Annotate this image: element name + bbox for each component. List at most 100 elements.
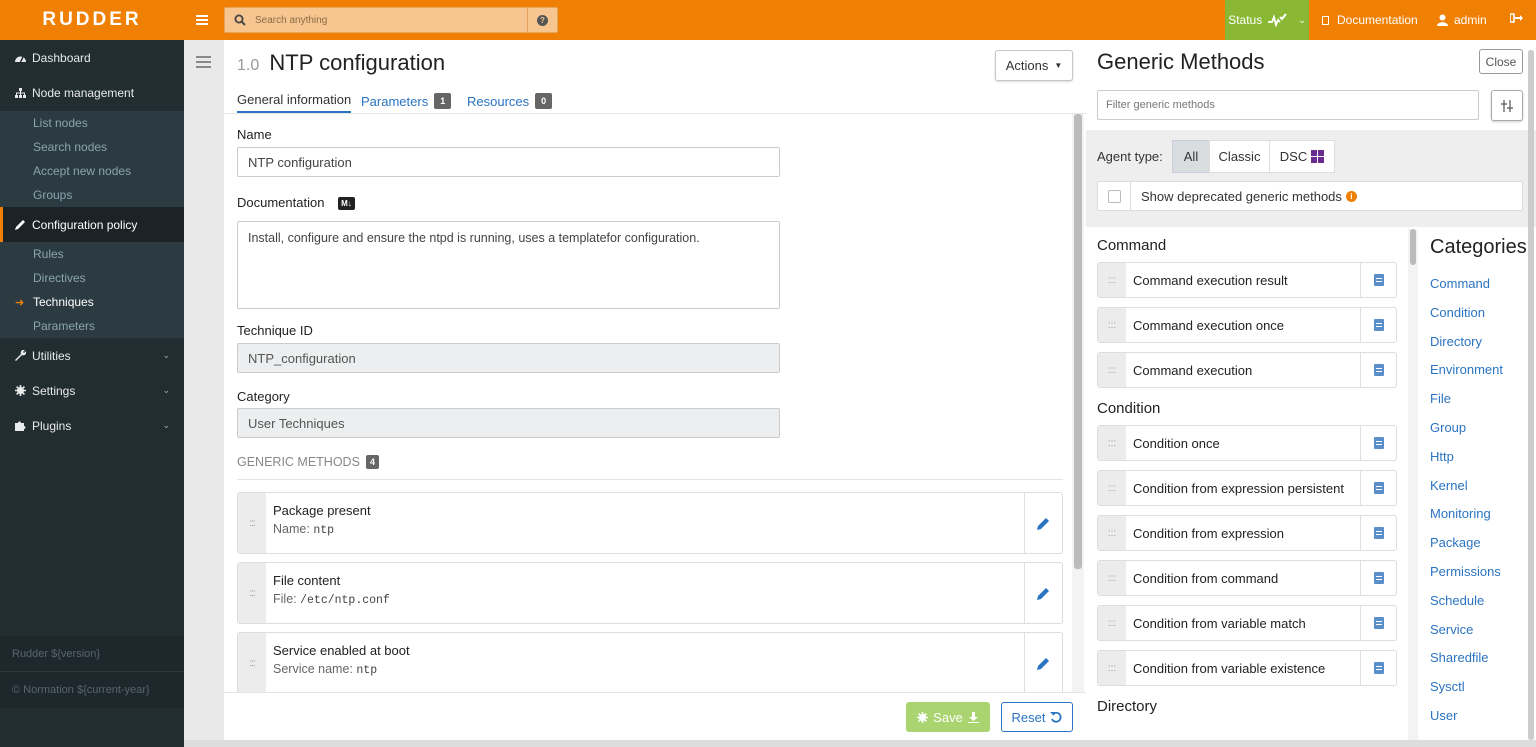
sidebar-subitem-search-nodes[interactable]: Search nodes: [0, 135, 184, 159]
reset-button[interactable]: Reset: [1001, 702, 1073, 732]
sidebar-item-plugins[interactable]: Plugins ⌄: [0, 408, 184, 443]
drag-handle-icon[interactable]: :::: [1098, 516, 1126, 550]
category-link[interactable]: Schedule: [1430, 593, 1484, 608]
rudder-logo[interactable]: RUDDER: [0, 0, 184, 40]
methods-scrollbar-track[interactable]: [1408, 229, 1418, 740]
category-link[interactable]: Monitoring: [1430, 506, 1491, 521]
generic-method-item[interactable]: ::: Command execution result: [1097, 262, 1397, 298]
sidebar-item-dashboard[interactable]: Dashboard: [0, 40, 184, 75]
edit-icon[interactable]: [1024, 493, 1062, 553]
documentation-field[interactable]: Install, configure and ensure the ntpd i…: [237, 221, 780, 309]
category-link[interactable]: File: [1430, 391, 1451, 406]
save-button[interactable]: Save: [906, 702, 990, 732]
sidebar-subitem-list-nodes[interactable]: List nodes: [0, 111, 184, 135]
generic-method-item[interactable]: ::: Condition from expression persistent: [1097, 470, 1397, 506]
documentation-icon[interactable]: [1360, 353, 1396, 387]
drag-handle-icon[interactable]: :::: [1098, 426, 1126, 460]
documentation-icon[interactable]: [1360, 308, 1396, 342]
method-card[interactable]: ::: File content File: /etc/ntp.conf: [237, 562, 1063, 624]
category-link[interactable]: Environment: [1430, 362, 1503, 377]
documentation-icon[interactable]: [1360, 651, 1396, 685]
drag-handle-icon[interactable]: :::: [1098, 263, 1126, 297]
generic-method-item[interactable]: ::: Condition once: [1097, 425, 1397, 461]
sidebar-subitem-accept-new-nodes[interactable]: Accept new nodes: [0, 159, 184, 183]
sidebar-item-configuration-policy[interactable]: Configuration policy: [0, 207, 184, 242]
menu-toggle-icon[interactable]: [194, 12, 210, 28]
category-link[interactable]: Sysctl: [1430, 679, 1465, 694]
category-link[interactable]: Directory: [1430, 334, 1482, 349]
sidebar-subitem-techniques[interactable]: ➜ Techniques: [0, 290, 184, 314]
agent-type-all-button[interactable]: All: [1172, 140, 1210, 173]
sidebar-subitem-parameters[interactable]: Parameters: [0, 314, 184, 338]
generic-method-item[interactable]: ::: Condition from variable existence: [1097, 650, 1397, 686]
toggle-technique-list-icon[interactable]: [196, 55, 211, 73]
search-input[interactable]: Search anything: [255, 15, 527, 26]
actions-button[interactable]: Actions ▼: [995, 50, 1073, 81]
drag-handle-icon[interactable]: :::: [1098, 471, 1126, 505]
category-link[interactable]: Sharedfile: [1430, 650, 1489, 665]
sidebar-subitem-groups[interactable]: Groups: [0, 183, 184, 207]
methods-scrollbar-thumb[interactable]: [1410, 229, 1416, 265]
drag-handle-icon[interactable]: :::: [238, 493, 266, 553]
tab-general-information[interactable]: General information: [237, 88, 352, 114]
drag-handle-icon[interactable]: :::: [1098, 606, 1126, 640]
search-bar[interactable]: Search anything ?: [224, 7, 558, 33]
sidebar-subitem-directives[interactable]: Directives: [0, 266, 184, 290]
name-field[interactable]: NTP configuration: [237, 147, 780, 177]
info-icon[interactable]: i: [1345, 191, 1357, 202]
documentation-icon[interactable]: [1360, 426, 1396, 460]
search-help-icon[interactable]: ?: [527, 8, 557, 32]
edit-icon[interactable]: [1024, 563, 1062, 623]
category-link[interactable]: User: [1430, 708, 1457, 723]
drag-handle-icon[interactable]: :::: [238, 633, 266, 693]
status-menu[interactable]: Status ⌄: [1225, 0, 1309, 40]
sidebar-item-utilities[interactable]: Utilities ⌄: [0, 338, 184, 373]
drag-handle-icon[interactable]: :::: [1098, 308, 1126, 342]
category-link[interactable]: Kernel: [1430, 478, 1468, 493]
category-link[interactable]: Group: [1430, 420, 1466, 435]
user-menu[interactable]: admin: [1437, 0, 1487, 40]
category-label: Category: [237, 389, 290, 404]
sidebar-item-settings[interactable]: Settings ⌄: [0, 373, 184, 408]
generic-method-item[interactable]: ::: Condition from expression: [1097, 515, 1397, 551]
drag-handle-icon[interactable]: :::: [1098, 651, 1126, 685]
documentation-icon[interactable]: [1360, 606, 1396, 640]
generic-method-item[interactable]: ::: Command execution once: [1097, 307, 1397, 343]
generic-method-item[interactable]: ::: Condition from command: [1097, 560, 1397, 596]
drag-handle-icon[interactable]: :::: [238, 563, 266, 623]
sidebar-item-node-management[interactable]: Node management: [0, 75, 184, 110]
documentation-link[interactable]: Documentation: [1320, 0, 1418, 40]
show-deprecated-toggle[interactable]: Show deprecated generic methods i: [1097, 181, 1523, 211]
tab-resources[interactable]: Resources 0: [467, 88, 553, 114]
category-link[interactable]: Permissions: [1430, 564, 1501, 579]
close-button[interactable]: Close: [1479, 49, 1523, 74]
documentation-icon[interactable]: [1360, 561, 1396, 595]
tab-parameters[interactable]: Parameters 1: [361, 88, 452, 114]
drag-handle-icon[interactable]: :::: [1098, 561, 1126, 595]
filter-options-icon[interactable]: [1491, 90, 1523, 121]
category-link[interactable]: Condition: [1430, 305, 1485, 320]
documentation-icon[interactable]: [1360, 471, 1396, 505]
method-card[interactable]: ::: Package present Name: ntp: [237, 492, 1063, 554]
deprecated-checkbox[interactable]: [1107, 189, 1121, 203]
logout-icon[interactable]: [1509, 12, 1523, 27]
edit-icon[interactable]: [1024, 633, 1062, 693]
category-link[interactable]: Http: [1430, 449, 1454, 464]
agent-type-classic-button[interactable]: Classic: [1209, 140, 1270, 173]
generic-method-item[interactable]: ::: Condition from variable match: [1097, 605, 1397, 641]
documentation-icon[interactable]: [1360, 263, 1396, 297]
category-link[interactable]: Package: [1430, 535, 1481, 550]
agent-type-dsc-button[interactable]: DSC: [1269, 140, 1335, 173]
drag-handle-icon[interactable]: :::: [1098, 353, 1126, 387]
documentation-icon[interactable]: [1360, 516, 1396, 550]
technique-id-label: Technique ID: [237, 323, 313, 338]
category-link[interactable]: Service: [1430, 622, 1473, 637]
category-link[interactable]: Command: [1430, 276, 1490, 291]
panel-scrollbar[interactable]: [1528, 50, 1534, 740]
method-card[interactable]: ::: Service enabled at boot Service name…: [237, 632, 1063, 694]
generic-method-item[interactable]: ::: Command execution: [1097, 352, 1397, 388]
editor-scrollbar-thumb[interactable]: [1074, 114, 1082, 569]
filter-generic-methods-input[interactable]: Filter generic methods: [1097, 90, 1479, 120]
panel-scrollbar-thumb[interactable]: [1528, 50, 1534, 740]
sidebar-subitem-rules[interactable]: Rules: [0, 242, 184, 266]
